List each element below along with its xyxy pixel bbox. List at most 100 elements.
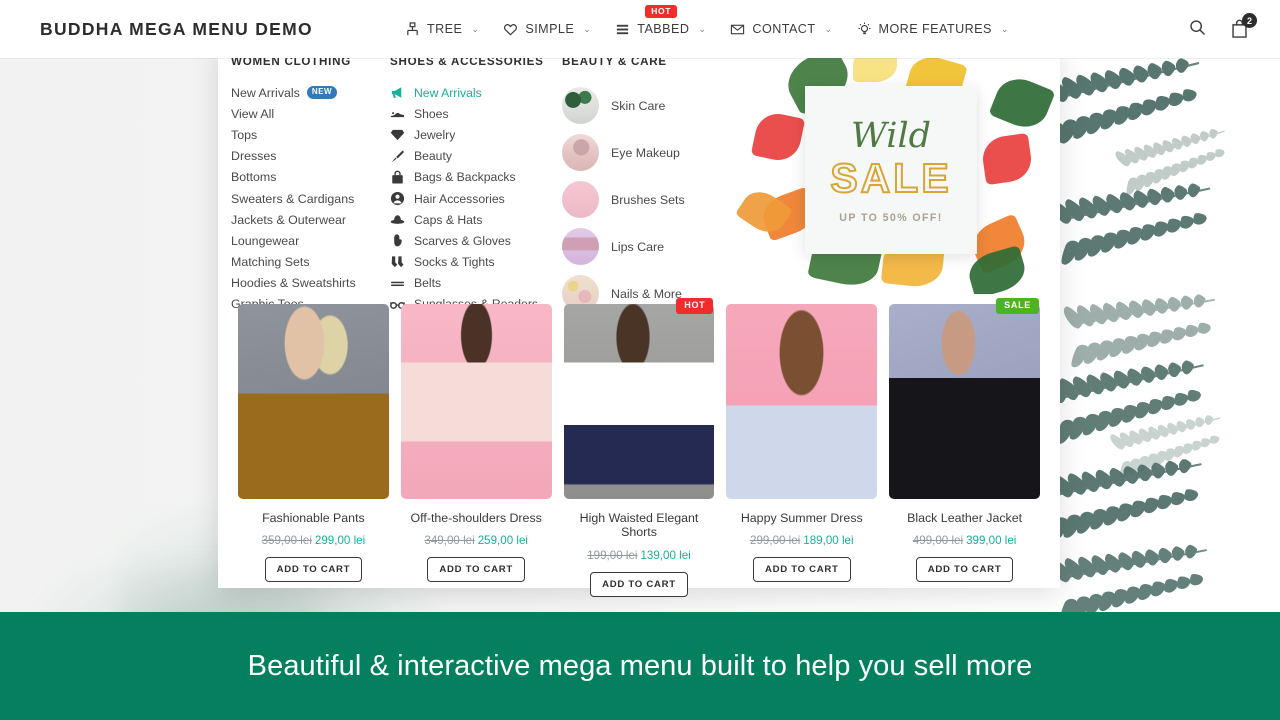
sitemap-icon bbox=[405, 21, 420, 37]
menu-link-belts[interactable]: Belts bbox=[390, 273, 562, 294]
menu-link-label: Loungewear bbox=[231, 233, 300, 248]
menu-link-sweaters-cardigans[interactable]: Sweaters & Cardigans bbox=[231, 188, 390, 209]
menu-link-view-all[interactable]: View All bbox=[231, 103, 390, 124]
menu-link-tops[interactable]: Tops bbox=[231, 124, 390, 145]
nav-hot-badge: HOT bbox=[645, 4, 677, 18]
add-to-cart-button[interactable]: ADD TO CART bbox=[427, 557, 525, 583]
product-prices: 199,00 lei 139,00 lei bbox=[564, 549, 715, 562]
product-card[interactable]: Fashionable Pants 359,00 lei 299,00 lei A… bbox=[232, 304, 395, 597]
menu-link-shoes[interactable]: Shoes bbox=[390, 103, 562, 124]
search-icon[interactable] bbox=[1188, 18, 1208, 40]
product-title: Black Leather Jacket bbox=[907, 511, 1023, 525]
product-card[interactable]: SALE Black Leather Jacket 499,00 lei 399,… bbox=[883, 298, 1046, 597]
chevron-down-icon: ⌄ bbox=[698, 23, 707, 34]
menu-link-socks-tights[interactable]: Socks & Tights bbox=[390, 252, 562, 273]
product-image[interactable] bbox=[726, 304, 878, 499]
menu-link-hoodies-sweatshirts[interactable]: Hoodies & Sweatshirts bbox=[231, 273, 390, 294]
menu-link-bottoms[interactable]: Bottoms bbox=[231, 167, 390, 188]
menu-link-brushes-sets[interactable]: Brushes Sets bbox=[562, 176, 733, 223]
menu-link-caps-hats[interactable]: Caps & Hats bbox=[390, 209, 562, 230]
product-new-price: 299,00 lei bbox=[314, 534, 366, 548]
product-title: Happy Summer Dress bbox=[740, 511, 863, 525]
add-to-cart-button[interactable]: ADD TO CART bbox=[752, 557, 851, 583]
product-card[interactable]: Happy Summer Dress 299,00 lei 189,00 lei … bbox=[720, 304, 883, 597]
promo-banner[interactable]: Wild SALE UP TO 50% OFF! bbox=[733, 44, 1060, 294]
product-new-price: 399,00 lei bbox=[966, 534, 1017, 548]
add-to-cart-button[interactable]: ADD TO CART bbox=[590, 571, 688, 597]
menu-link-label: Tops bbox=[231, 127, 258, 142]
add-to-cart-button[interactable]: ADD TO CART bbox=[915, 557, 1014, 583]
product-new-price: 189,00 lei bbox=[803, 534, 854, 548]
mega-column-women-clothing: WOMEN CLOTHING New Arrivals NEW View All… bbox=[218, 44, 390, 311]
bag-icon bbox=[390, 170, 405, 185]
product-image[interactable] bbox=[400, 304, 552, 499]
menu-link-beauty[interactable]: Beauty bbox=[390, 146, 562, 167]
shoe-icon bbox=[390, 106, 405, 121]
site-logo[interactable]: BUDDHA MEGA MENU DEMO bbox=[40, 19, 313, 40]
product-image[interactable] bbox=[238, 304, 389, 499]
product-image-wrap bbox=[726, 304, 878, 499]
menu-link-hair-accessories[interactable]: Hair Accessories bbox=[390, 188, 562, 209]
menu-link-shoes-new-arrivals[interactable]: New Arrivals bbox=[390, 82, 562, 103]
product-prices: 349,00 lei 259,00 lei bbox=[401, 534, 552, 547]
chevron-down-icon: ⌄ bbox=[471, 23, 480, 34]
menu-link-dresses[interactable]: Dresses bbox=[231, 146, 390, 167]
menu-link-label: Hoodies & Sweatshirts bbox=[231, 276, 356, 291]
product-card[interactable]: HOT High Waisted Elegant Shorts 199,00 l… bbox=[558, 298, 721, 597]
menu-link-eye-makeup[interactable]: Eye Makeup bbox=[562, 129, 733, 176]
product-prices: 359,00 lei 299,00 lei bbox=[238, 534, 389, 547]
mega-column-promo: Wild SALE UP TO 50% OFF! bbox=[733, 44, 1060, 294]
header-actions: 2 bbox=[1188, 13, 1257, 40]
product-image-wrap bbox=[238, 304, 389, 499]
menu-link-bags-backpacks[interactable]: Bags & Backpacks bbox=[390, 167, 562, 188]
menu-link-label: New Arrivals bbox=[414, 85, 482, 100]
menu-link-label: Socks & Tights bbox=[414, 255, 495, 270]
nav-item-tabbed-label: TABBED bbox=[637, 22, 690, 36]
nav-item-simple[interactable]: SIMPLE ⌄ bbox=[503, 16, 591, 43]
product-image-wrap: HOT bbox=[563, 298, 715, 499]
product-prices: 499,00 lei 399,00 lei bbox=[889, 534, 1040, 547]
menu-link-label: Jewelry bbox=[414, 127, 456, 142]
mega-menu-panel: WOMEN CLOTHING New Arrivals NEW View All… bbox=[218, 44, 1060, 597]
user-circle-icon bbox=[390, 191, 405, 206]
nav-item-more-features[interactable]: MORE FEATURES ⌄ bbox=[857, 16, 1009, 43]
nav-item-contact[interactable]: CONTACT ⌄ bbox=[730, 16, 832, 43]
lightbulb-icon bbox=[857, 22, 872, 37]
cart-icon[interactable]: 2 bbox=[1230, 13, 1257, 40]
nav-item-tabbed[interactable]: HOT TABBED ⌄ bbox=[615, 4, 707, 43]
menu-link-loungewear[interactable]: Loungewear bbox=[231, 230, 390, 251]
menu-link-label: Nails & More bbox=[611, 286, 682, 301]
menu-link-lips-care[interactable]: Lips Care bbox=[562, 223, 733, 270]
product-prices: 299,00 lei 189,00 lei bbox=[726, 534, 877, 547]
menu-link-matching-sets[interactable]: Matching Sets bbox=[231, 252, 390, 273]
menu-link-label: Jackets & Outerwear bbox=[231, 212, 347, 227]
promo-headline: SALE bbox=[829, 154, 952, 201]
add-to-cart-button[interactable]: ADD TO CART bbox=[264, 557, 363, 583]
main-navigation: TREE ⌄ SIMPLE ⌄ HOT TABBED ⌄ CONTACT ⌄ M… bbox=[405, 4, 1009, 43]
site-header: BUDDHA MEGA MENU DEMO TREE ⌄ SIMPLE ⌄ HO… bbox=[0, 0, 1280, 58]
product-image[interactable] bbox=[889, 304, 1040, 499]
chevron-down-icon: ⌄ bbox=[824, 23, 833, 34]
brushes-sets-thumb bbox=[562, 181, 599, 218]
menu-link-label: Bags & Backpacks bbox=[414, 170, 516, 185]
promo-flower bbox=[750, 109, 806, 165]
product-image-wrap bbox=[400, 304, 552, 499]
cart-count-badge: 2 bbox=[1242, 13, 1257, 28]
product-card[interactable]: Off-the-shoulders Dress 349,00 lei 259,00… bbox=[395, 304, 558, 597]
menu-link-new-arrivals[interactable]: New Arrivals NEW bbox=[231, 82, 390, 103]
menu-link-label: Belts bbox=[414, 276, 442, 291]
product-new-price: 139,00 lei bbox=[640, 548, 691, 562]
product-image[interactable] bbox=[563, 304, 715, 499]
heart-icon bbox=[503, 22, 518, 37]
menu-link-label: View All bbox=[231, 106, 275, 121]
menu-link-label: Brushes Sets bbox=[611, 192, 685, 207]
promo-subline: UP TO 50% OFF! bbox=[839, 211, 943, 224]
menu-link-jackets-outerwear[interactable]: Jackets & Outerwear bbox=[231, 209, 390, 230]
menu-link-skin-care[interactable]: Skin Care bbox=[562, 82, 733, 129]
nav-item-tree[interactable]: TREE ⌄ bbox=[405, 16, 479, 43]
menu-link-scarves-gloves[interactable]: Scarves & Gloves bbox=[390, 230, 562, 251]
list-icon bbox=[615, 22, 630, 37]
product-title: High Waisted Elegant Shorts bbox=[579, 511, 699, 540]
menu-link-label: Eye Makeup bbox=[611, 145, 680, 160]
menu-link-jewelry[interactable]: Jewelry bbox=[390, 124, 562, 145]
